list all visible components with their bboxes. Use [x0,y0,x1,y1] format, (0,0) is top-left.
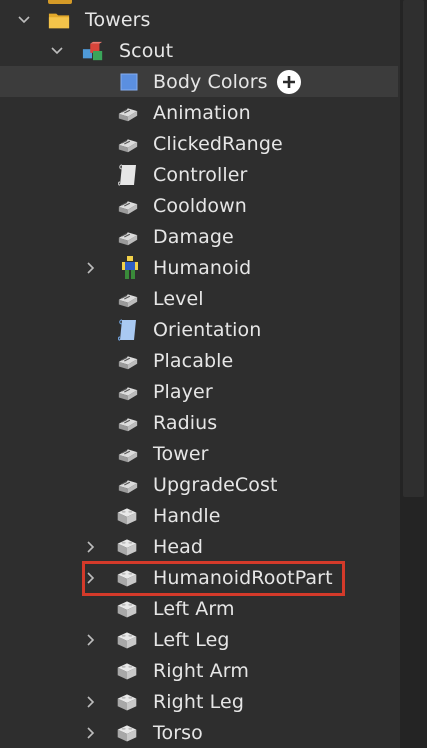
tree-item-label: Right Arm [153,659,249,682]
tree-row-clickedrange[interactable]: ClickedRange [0,128,398,159]
tree-row-tower[interactable]: Tower [0,438,398,469]
value-icon [117,288,139,310]
chevron-right-icon[interactable] [85,726,97,739]
explorer-tree: Towers Scout Body Colors Animation Click… [0,0,398,748]
value-icon [117,474,139,496]
tree-row-radius[interactable]: Radius [0,407,398,438]
part-icon [116,598,138,620]
tree-row-body-colors[interactable]: Body Colors [0,66,398,97]
tree-row-controller[interactable]: Controller [0,159,398,190]
tree-item-label: Damage [153,225,234,248]
tree-item-label: Tower [153,442,209,465]
tree-item-label: Left Leg [153,628,230,651]
chevron-down-icon[interactable] [51,45,63,57]
tree-item-label: Level [153,287,204,310]
part-icon [116,722,138,744]
tree-item-label: Left Arm [153,597,235,620]
tree-row-left-leg[interactable]: Left Leg [0,624,398,655]
tree-row-level[interactable]: Level [0,283,398,314]
tree-item-label: Scout [119,39,174,62]
part-icon [116,660,138,682]
part-icon [116,691,138,713]
folder-icon [48,9,70,31]
tree-row-humanoid[interactable]: Humanoid [0,252,398,283]
tree-row-scout[interactable]: Scout [0,35,398,66]
chevron-right-icon[interactable] [85,633,97,646]
tree-row-right-leg[interactable]: Right Leg [0,686,398,717]
value-icon [117,195,139,217]
vertical-scrollbar[interactable] [400,0,427,748]
value-icon [117,381,139,403]
local-script-icon [117,318,139,341]
script-icon [117,163,139,186]
tree-item-label: Head [153,535,204,558]
tree-row-placable[interactable]: Placable [0,345,398,376]
tree-row-torso[interactable]: Torso [0,717,398,748]
part-icon [116,536,138,558]
part-icon [116,505,138,527]
value-icon [117,133,139,155]
tree-item-label: Right Leg [153,690,244,713]
tree-item-label: Towers [85,8,151,31]
value-icon [117,412,139,434]
chevron-right-icon[interactable] [85,261,97,274]
tree-row-cooldown[interactable]: Cooldown [0,190,398,221]
tree-item-label: UpgradeCost [153,473,278,496]
tree-item-label: Cooldown [153,194,247,217]
tree-row-upgradecost[interactable]: UpgradeCost [0,469,398,500]
tree-item-label: Orientation [153,318,262,341]
tree-row-right-arm[interactable]: Right Arm [0,655,398,686]
tree-item-label: Radius [153,411,218,434]
tree-item-label: Controller [153,163,248,186]
tree-item-label: Body Colors [153,70,268,93]
part-icon [116,629,138,651]
chevron-down-icon[interactable] [18,14,30,26]
tree-item-label: Placable [153,349,234,372]
tree-row-player[interactable]: Player [0,376,398,407]
add-object-button[interactable] [277,69,301,94]
value-icon [117,102,139,124]
tree-item-label: Player [153,380,213,403]
tree-row-animation[interactable]: Animation [0,97,398,128]
tree-item-label: ClickedRange [153,132,283,155]
tree-row-damage[interactable]: Damage [0,221,398,252]
tree-row-left-arm[interactable]: Left Arm [0,593,398,624]
tree-item-label: Animation [153,101,251,124]
tree-item-label: Humanoid [153,256,252,279]
tree-row-handle[interactable]: Handle [0,500,398,531]
scrollbar-thumb[interactable] [403,0,424,497]
chevron-right-icon[interactable] [85,695,97,708]
tree-item-label: Torso [153,721,203,744]
model-icon [82,40,104,62]
tree-row-towers[interactable]: Towers [0,4,398,35]
body-colors-icon [118,71,140,93]
tree-row-head[interactable]: Head [0,531,398,562]
tree-row-orientation[interactable]: Orientation [0,314,398,345]
value-icon [117,350,139,372]
chevron-right-icon[interactable] [85,540,97,553]
red-highlight-box [82,561,345,596]
tree-item-label: Handle [153,504,221,527]
value-icon [117,443,139,465]
humanoid-icon [119,255,141,279]
value-icon [117,226,139,248]
